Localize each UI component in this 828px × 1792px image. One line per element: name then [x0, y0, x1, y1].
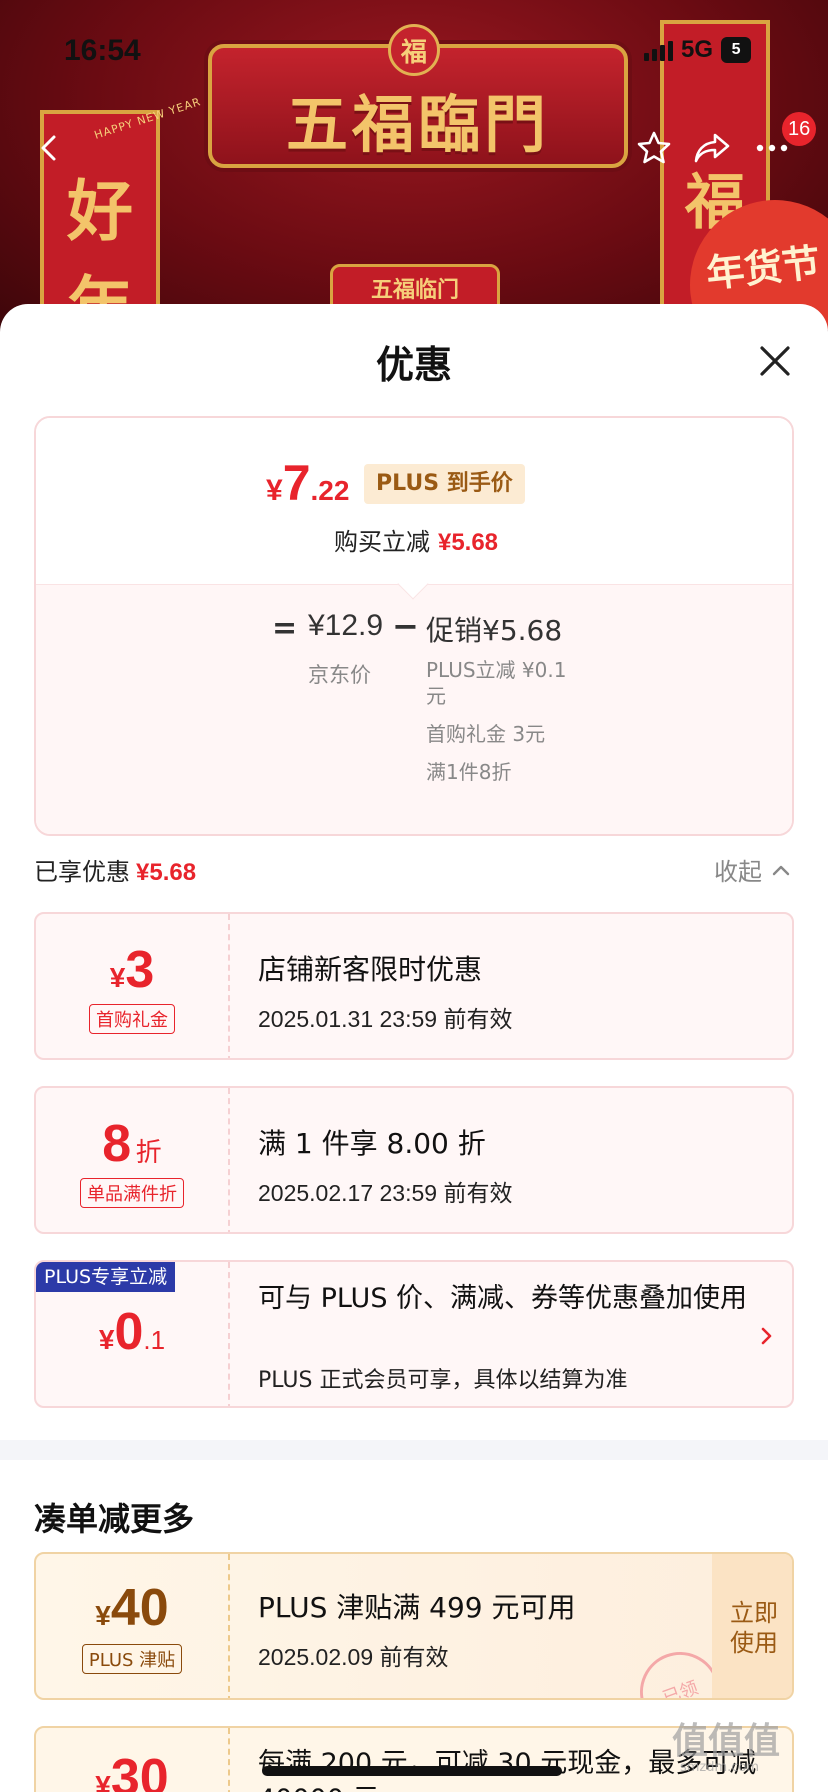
coupon-title: 可与 PLUS 价、满减、券等优惠叠加使用: [258, 1283, 748, 1314]
coupon-tag-label: 单品满件折: [80, 1178, 184, 1208]
section-title: 凑单减更多: [34, 1500, 195, 1538]
coupon-currency: ¥: [109, 962, 126, 993]
coupon-tag-label: PLUS 津贴: [81, 1644, 183, 1674]
enjoyed-amount: ¥5.68: [136, 859, 197, 886]
equals-sign: =: [272, 611, 298, 646]
promo-detail-item: 首购礼金 3元: [426, 722, 546, 746]
coupon-value: ¥40: [36, 1578, 228, 1638]
coupon-amount: 3: [125, 941, 155, 999]
coupon-tag-label: 首购礼金: [89, 1004, 175, 1034]
signal-icon: [644, 39, 673, 61]
promo-detail-item: PLUS立减 ¥0.1元: [426, 658, 567, 708]
coupon-currency: ¥: [98, 1324, 115, 1355]
price-summary-card: ¥7.22 PLUS 到手价 购买立减 ¥5.68 = ¥12.9 京东价 − 促…: [34, 416, 794, 836]
watermark-url: smzdm.com: [680, 1760, 760, 1775]
final-price-decimal: .22: [310, 475, 350, 506]
enjoyed-discount: 已享优惠 ¥5.68: [34, 852, 196, 887]
jd-price: ¥12.9: [308, 609, 384, 642]
coupon-validity: 2025.02.17 23:59 前有效: [258, 1180, 513, 1206]
close-button[interactable]: [752, 338, 798, 384]
chevron-right-icon: [761, 1327, 772, 1345]
coupon-card-plus-allowance[interactable]: ¥40 PLUS 津贴 PLUS 津贴满 499 元可用 2025.02.09 …: [34, 1552, 794, 1700]
final-price-currency: ¥: [266, 474, 283, 507]
coupon-value-section: ¥3 首购礼金: [36, 914, 230, 1058]
coupon-currency: ¥: [95, 1770, 111, 1792]
collapse-label: 收起: [714, 858, 762, 886]
promo-detail-list: PLUS立减 ¥0.1元 首购礼金 3元 满1件8折: [426, 657, 586, 797]
chevron-left-icon: [41, 135, 56, 161]
share-icon: [694, 133, 730, 163]
final-price-section: ¥7.22 PLUS 到手价 购买立减 ¥5.68: [36, 418, 792, 584]
close-icon: [760, 346, 790, 376]
coupon-tag: PLUS 津贴: [36, 1644, 228, 1674]
use-now-button[interactable]: 立即使用: [712, 1554, 792, 1698]
coupon-currency: ¥: [95, 1600, 111, 1631]
final-price: ¥7.22: [266, 454, 349, 512]
discount-sheet: 优惠 ¥7.22 PLUS 到手价 购买立减 ¥5.68 = ¥12.9 京东价 …: [0, 304, 828, 1792]
coupon-card-discount[interactable]: 8 折 单品满件折 满 1 件享 8.00 折 2025.02.17 23:59…: [34, 1086, 794, 1234]
final-price-integer: 7: [282, 455, 311, 511]
coupon-amount: 30: [110, 1749, 169, 1792]
more-dots-icon: [756, 144, 788, 152]
watermark-logo: 值值值: [672, 1721, 781, 1762]
coupon-card-plus[interactable]: ¥0.1 PLUS专享立减 可与 PLUS 价、满减、券等优惠叠加使用 PLUS…: [34, 1260, 794, 1408]
coupon-value: ¥30: [36, 1748, 228, 1792]
coupon-tag: 单品满件折: [36, 1178, 228, 1208]
jd-price-label: 京东价: [308, 663, 371, 687]
network-type: 5G: [681, 36, 714, 63]
share-button[interactable]: [684, 120, 740, 176]
coupon-title: 满 1 件享 8.00 折: [258, 1127, 486, 1160]
star-icon: [637, 131, 671, 164]
promo-total: 促销¥5.68: [426, 614, 563, 647]
plus-price-tag: PLUS 到手价: [364, 464, 525, 504]
promo-detail-item: 满1件8折: [426, 760, 512, 784]
status-indicators: 5G 5: [644, 36, 752, 64]
coupon-amount: 8: [102, 1115, 132, 1173]
coupon-note: PLUS 正式会员可享，具体以结算为准: [258, 1368, 628, 1393]
section-divider: [0, 1440, 828, 1460]
purchase-reduction: 购买立减 ¥5.68: [36, 522, 792, 557]
status-bar: 16:54 5G 5: [0, 0, 828, 100]
coupon-card-first-purchase[interactable]: ¥3 首购礼金 店铺新客限时优惠 2025.01.31 23:59 前有效: [34, 912, 794, 1060]
coupon-unit: 折: [135, 1138, 162, 1168]
back-button[interactable]: [22, 120, 78, 176]
status-time: 16:54: [64, 34, 141, 67]
collapse-button[interactable]: 收起: [714, 852, 790, 887]
reduction-amount: ¥5.68: [437, 529, 499, 556]
favorite-button[interactable]: [626, 120, 682, 176]
coupon-value-section: ¥30: [36, 1728, 230, 1792]
coupon-title: PLUS 津贴满 499 元可用: [258, 1591, 576, 1624]
coupon-value: ¥3: [36, 940, 228, 1000]
coupon-decimal: .1: [143, 1325, 166, 1355]
coupon-title: 店铺新客限时优惠: [258, 953, 483, 986]
minus-sign: −: [392, 607, 419, 645]
coupon-value-section: 8 折 单品满件折: [36, 1088, 230, 1232]
price-breakdown: = ¥12.9 京东价 − 促销¥5.68 PLUS立减 ¥0.1元 首购礼金 …: [36, 584, 792, 834]
home-indicator: [262, 1766, 562, 1776]
reduction-label: 购买立减: [333, 528, 430, 556]
coupon-value-section: ¥40 PLUS 津贴: [36, 1554, 230, 1698]
sheet-title: 优惠: [375, 343, 452, 387]
notification-badge: 16: [782, 112, 817, 146]
coupon-amount: 40: [110, 1579, 169, 1637]
coupon-tag: 首购礼金: [36, 1004, 228, 1034]
coupon-validity: 2025.02.09 前有效: [258, 1644, 449, 1670]
coupon-value: ¥0.1: [36, 1302, 228, 1362]
plus-exclusive-ribbon: PLUS专享立减: [36, 1262, 176, 1292]
coupon-amount: 0: [114, 1303, 144, 1361]
enjoyed-label: 已享优惠: [34, 858, 130, 886]
chevron-up-icon: [772, 865, 790, 875]
coupon-validity: 2025.01.31 23:59 前有效: [258, 1006, 513, 1032]
coupon-value: 8 折: [36, 1114, 228, 1174]
battery-icon: 5: [721, 37, 752, 63]
